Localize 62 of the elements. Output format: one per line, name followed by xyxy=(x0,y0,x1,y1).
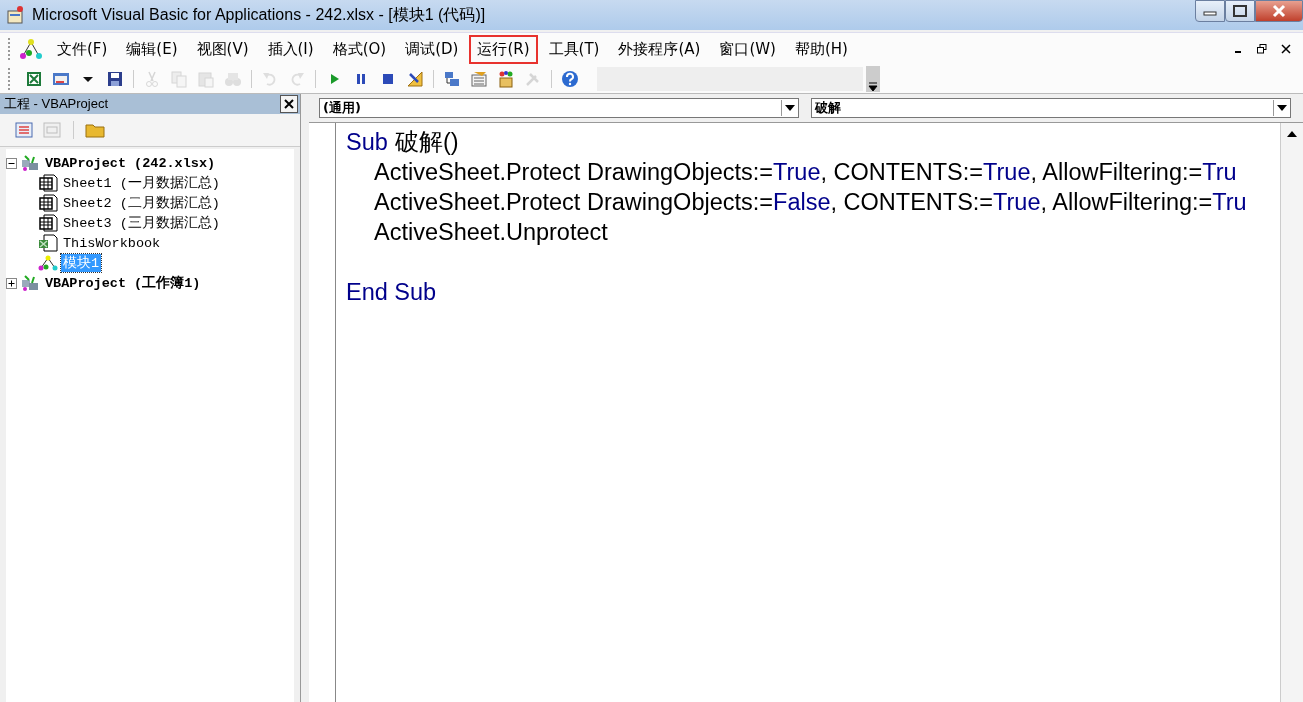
procedure-dropdown[interactable]: 破解 xyxy=(811,98,1291,118)
tree-item[interactable]: Sheet1 (一月数据汇总) xyxy=(61,174,222,192)
restore-icon[interactable] xyxy=(1257,44,1267,54)
toolbar-options-button[interactable] xyxy=(866,66,880,92)
close-icon[interactable] xyxy=(1281,44,1291,54)
sheet-icon xyxy=(38,214,58,232)
vba-logo-icon[interactable] xyxy=(19,38,43,60)
code-keyword: False xyxy=(773,189,831,215)
menu-item[interactable]: 运行(R) xyxy=(469,34,538,64)
code-keyword: Tru xyxy=(1202,159,1237,185)
maximize-button[interactable] xyxy=(1225,0,1255,22)
menu-item[interactable]: 插入(I) xyxy=(259,34,322,64)
code-text: , CONTENTS:= xyxy=(830,189,994,215)
menu-item[interactable]: 格式(O) xyxy=(324,34,395,64)
maximize-icon xyxy=(1233,5,1247,17)
code-text: 破解() xyxy=(394,129,459,155)
tree-item[interactable]: ThisWorkbook xyxy=(61,235,163,251)
project-icon xyxy=(20,154,40,172)
menu-item[interactable]: 文件(F) xyxy=(49,34,116,64)
dropdown-arrow-icon xyxy=(785,105,795,111)
panel-title: 工程 - VBAProject xyxy=(4,95,109,113)
tree-item[interactable]: Sheet3 (三月数据汇总) xyxy=(61,214,222,232)
dropdown-arrow-icon xyxy=(1277,105,1287,111)
code-keyword: Sub xyxy=(346,129,388,155)
code-text: ActiveSheet.Unprotect xyxy=(374,219,608,245)
tree-item[interactable]: Sheet2 (二月数据汇总) xyxy=(61,194,222,212)
app-icon xyxy=(6,5,26,25)
workbook-icon xyxy=(38,234,58,252)
menu-item[interactable]: 编辑(E) xyxy=(118,34,186,64)
folder-icon[interactable] xyxy=(85,121,105,139)
code-text: , AllowFiltering:= xyxy=(1030,159,1203,185)
code-text: ActiveSheet.Protect DrawingObjects:= xyxy=(374,159,774,185)
project-icon xyxy=(20,274,40,292)
code-keyword: True xyxy=(993,189,1041,215)
scroll-up-icon[interactable] xyxy=(1287,131,1297,137)
code-keyword: True xyxy=(773,159,821,185)
code-text: , AllowFiltering:= xyxy=(1040,189,1213,215)
code-keyword: True xyxy=(983,159,1031,185)
code-text: ActiveSheet.Protect DrawingObjects:= xyxy=(374,189,774,215)
code-keyword: End Sub xyxy=(346,279,437,305)
caret-icon xyxy=(868,82,878,92)
collapse-icon[interactable] xyxy=(6,157,17,169)
object-dropdown[interactable]: (通用) xyxy=(319,98,799,118)
menu-item[interactable]: 帮助(H) xyxy=(786,34,856,64)
menu-item[interactable]: 调试(D) xyxy=(397,34,467,64)
code-keyword: Tru xyxy=(1212,189,1247,215)
window-title: Microsoft Visual Basic for Applications - 242.xlsx - [模块1 (代码)] xyxy=(32,4,486,25)
menu-item[interactable]: 工具(T) xyxy=(540,34,608,64)
tree-item[interactable]: VBAProject (242.xlsx) xyxy=(43,155,218,171)
code-view-icon[interactable] xyxy=(14,121,34,139)
sheet-icon xyxy=(38,194,58,212)
close-button[interactable] xyxy=(280,95,298,113)
menu-item[interactable]: 外接程序(A) xyxy=(610,34,709,64)
menu-item[interactable]: 视图(V) xyxy=(188,34,257,64)
close-icon xyxy=(1271,4,1287,18)
module-icon xyxy=(38,254,58,272)
sheet-icon xyxy=(38,174,58,192)
close-icon xyxy=(284,99,294,109)
expand-icon[interactable] xyxy=(6,277,17,289)
menu-item[interactable]: 窗口(W) xyxy=(711,34,784,64)
code-text: , CONTENTS:= xyxy=(820,159,984,185)
tree-item[interactable]: VBAProject (工作簿1) xyxy=(43,274,203,292)
